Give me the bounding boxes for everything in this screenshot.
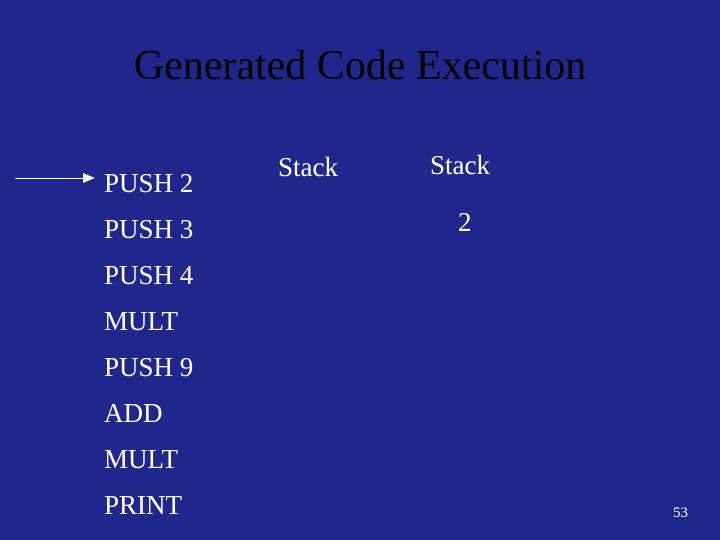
stack-label: Stack: [278, 152, 338, 183]
instruction-item: PRINT: [104, 492, 193, 519]
page-number: 53: [673, 505, 688, 522]
instruction-item: PUSH 4: [104, 262, 193, 289]
slide-title: Generated Code Execution: [0, 0, 720, 90]
instruction-item: PUSH 9: [104, 354, 193, 381]
stack-label: Stack: [430, 150, 490, 181]
instruction-list: PUSH 2 PUSH 3 PUSH 4 MULT PUSH 9 ADD MUL…: [104, 170, 193, 538]
instruction-item: PUSH 2: [104, 170, 193, 197]
instruction-item: PUSH 3: [104, 216, 193, 243]
instruction-item: MULT: [104, 446, 193, 473]
instruction-item: MULT: [104, 308, 193, 335]
stack-value: 2: [458, 207, 472, 238]
instruction-item: ADD: [104, 400, 193, 427]
arrow-pointer-icon: [15, 178, 95, 180]
